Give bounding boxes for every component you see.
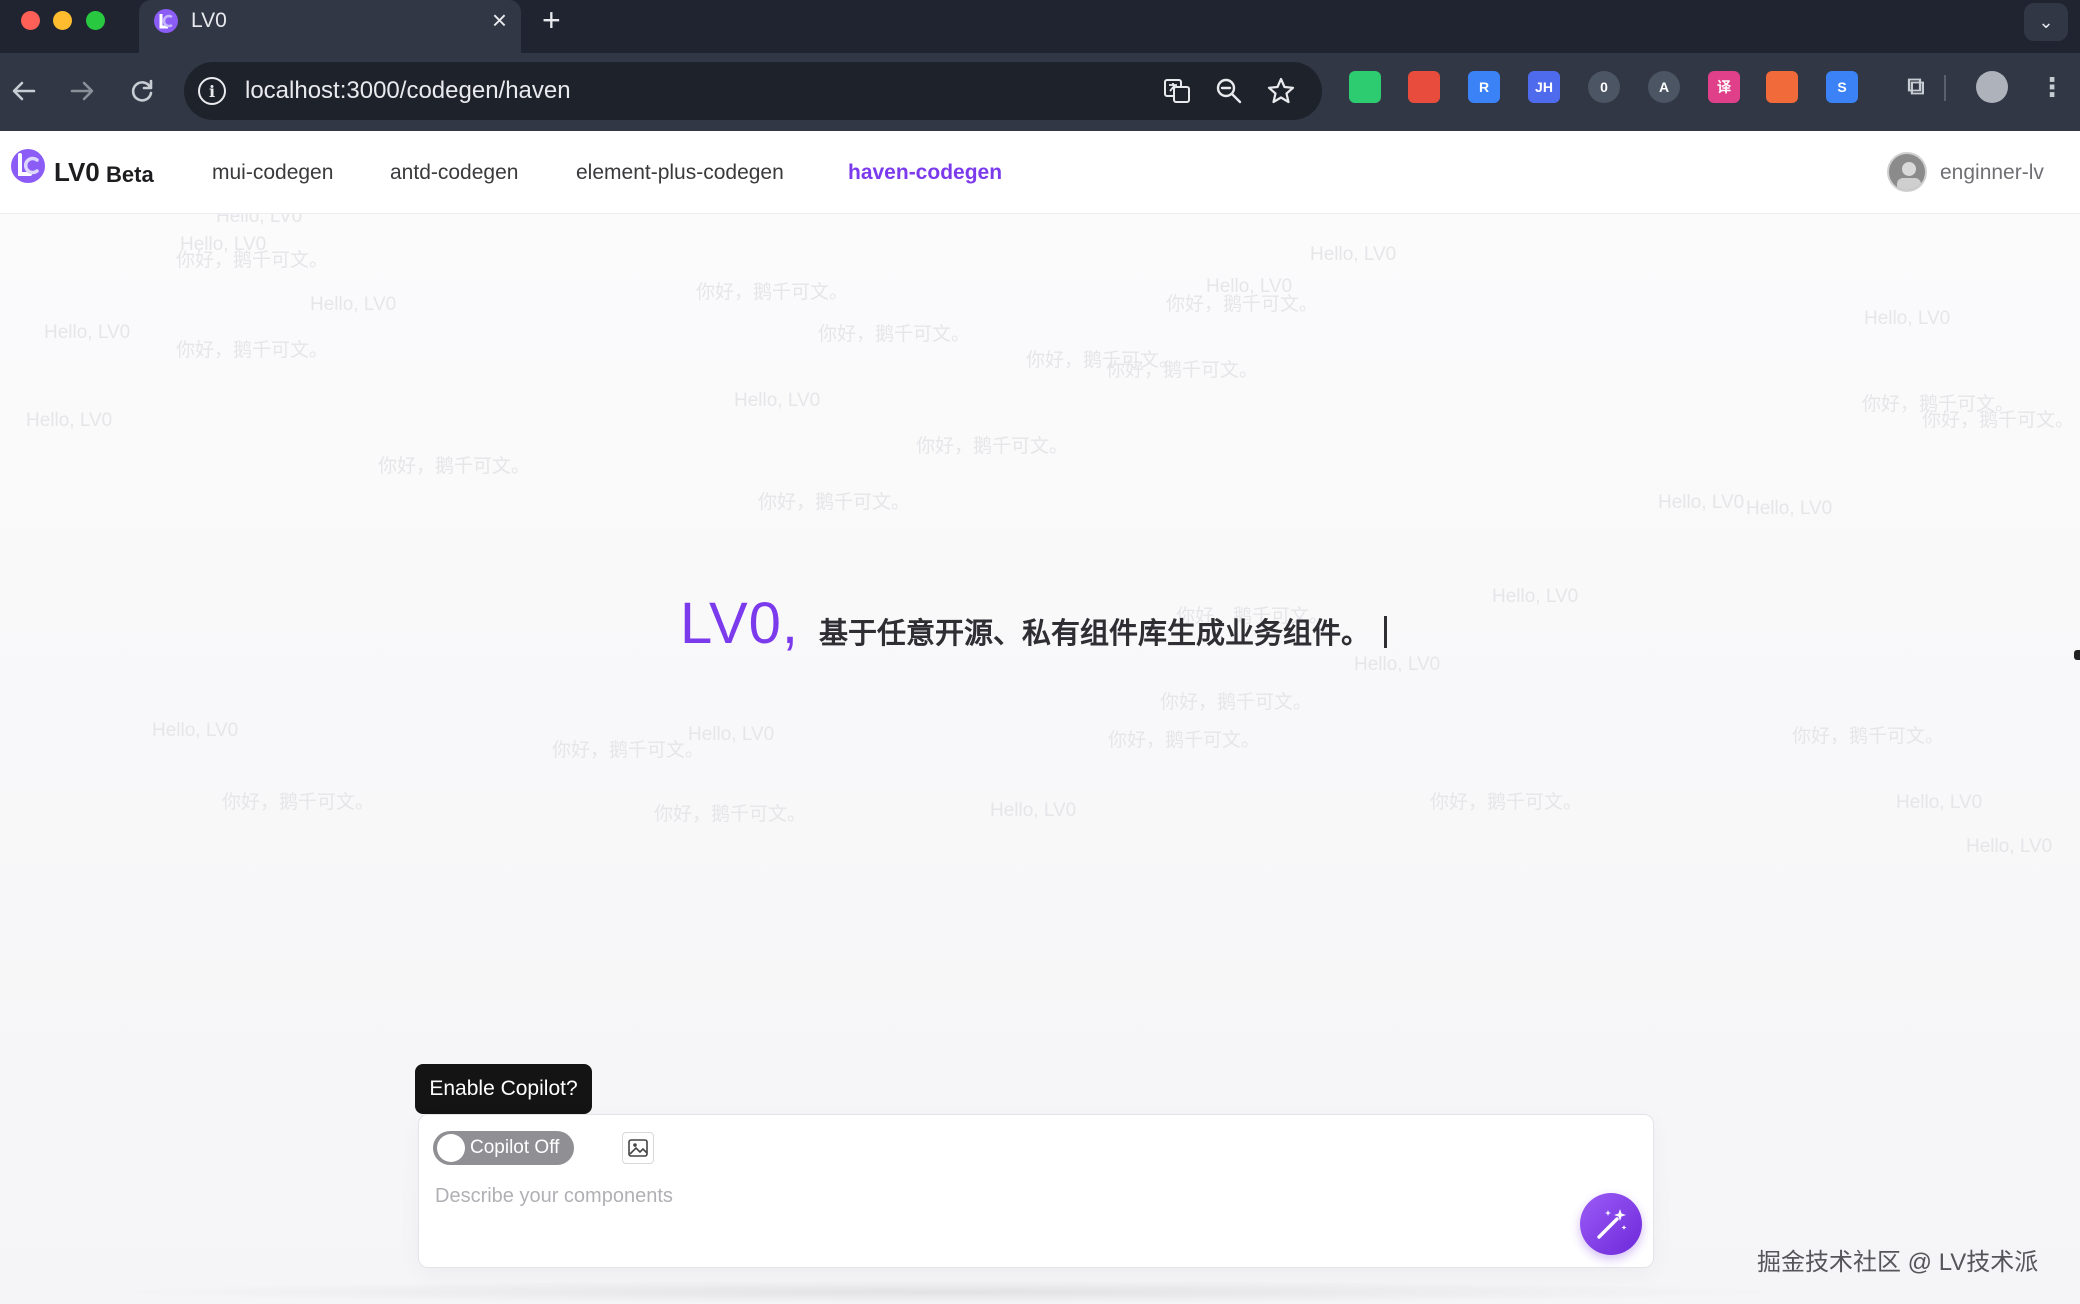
typing-cursor [1384,616,1388,648]
sync-extension-icon[interactable]: 0 [1588,71,1620,103]
prompt-input[interactable] [433,1179,1553,1213]
tab-title: LV0 [191,9,227,32]
floating-greeting: 你好，鹅千可文。 [222,792,375,813]
reload-icon[interactable] [126,75,158,107]
address-bar[interactable]: i localhost:3000/codegen/haven [184,62,1322,120]
extensions-puzzle-icon[interactable]: ⧉ [1900,71,1932,103]
edge-marker [2074,650,2080,660]
window-zoom-button[interactable] [86,11,105,30]
back-arrow-icon[interactable] [8,75,40,107]
floating-greeting: 你好，鹅千可文。 [916,436,1069,457]
forward-arrow-icon[interactable] [66,75,98,107]
floating-greeting: Hello, LV0 [1896,792,1983,813]
main-canvas: Hello, LV0Hello, LV0你好，鹅千可文。你好，鹅千可文。Hell… [0,214,2080,1304]
floating-greeting: 你好，鹅千可文。 [654,804,807,825]
copilot-toggle[interactable]: Copilot Off [433,1131,574,1165]
floating-greeting: 你好，鹅千可文。 [1106,360,1259,381]
tab-search-chevron-icon[interactable]: ⌄ [2024,3,2068,41]
floating-greeting: Hello, LV0 [310,294,397,315]
floating-greeting: 你好，鹅千可文。 [1922,410,2075,431]
floating-greeting: Hello, LV0 [26,410,113,431]
watermark: 掘金技术社区 @ LV技术派 [1757,1249,2039,1276]
magic-wand-icon [1597,1209,1627,1239]
zoom-icon[interactable] [1214,76,1244,106]
user-name[interactable]: enginner-lv [1940,160,2044,186]
floating-greeting: Hello, LV0 [152,720,239,741]
toggle-knob [437,1134,465,1162]
circle-a-extension-icon[interactable]: A [1648,71,1680,103]
copilot-toggle-label: Copilot Off [470,1137,560,1158]
floating-greeting: Hello, LV0 [1492,586,1579,607]
browser-toolbar: i localhost:3000/codegen/haven R JH 0 A 译 S ⧉… [0,53,2080,131]
radar-extension-icon[interactable] [1349,71,1381,103]
address-url[interactable]: localhost:3000/codegen/haven [245,76,571,106]
toolbar-separator [1944,75,1946,101]
lv0-favicon-icon [154,9,178,33]
s-shield-extension-icon[interactable]: S [1826,71,1858,103]
beta-badge: Beta [106,162,154,187]
hero-headline: LV0, 基于任意开源、私有组件库生成业务组件。 [680,591,1388,662]
browser-tab-active[interactable]: LV0 × [139,0,521,53]
site-info-icon[interactable]: i [198,77,226,105]
nav-antd-codegen[interactable]: antd-codegen [390,160,518,186]
floating-greeting: 你好，鹅千可文。 [758,492,911,513]
bookmark-star-icon[interactable] [1266,76,1296,106]
profile-avatar-icon[interactable] [1976,71,2008,103]
bottom-shadow [100,1280,1800,1304]
generate-button[interactable] [1580,1193,1642,1255]
translate-extension-icon[interactable]: 译 [1708,71,1740,103]
floating-greeting: Hello, LV0 [216,214,303,227]
user-avatar[interactable] [1887,152,1927,192]
logo-text[interactable]: LV0 [54,157,100,187]
tab-close-icon[interactable]: × [492,6,507,34]
floating-greeting: Hello, LV0 [44,322,131,343]
new-tab-button[interactable]: + [542,4,561,36]
floating-greeting: Hello, LV0 [1658,492,1745,513]
floating-greeting: 你好，鹅千可文。 [1160,692,1313,713]
floating-greeting: Hello, LV0 [990,800,1077,821]
window-minimize-button[interactable] [53,11,72,30]
image-icon [628,1139,648,1157]
floating-greeting: 你好，鹅千可文。 [696,282,849,303]
floating-greeting: Hello, LV0 [1864,308,1951,329]
floating-greeting: 你好，鹅千可文。 [1430,792,1583,813]
chevron-down-icon: ⌄ [2038,11,2054,32]
floating-greeting: 你好，鹅千可文。 [1166,294,1319,315]
floating-greeting: 你好，鹅千可文。 [378,456,531,477]
floating-greeting: Hello, LV0 [1310,244,1397,265]
red-fox-extension-icon[interactable] [1408,71,1440,103]
translate-icon[interactable] [1162,76,1192,106]
hero-tagline: 基于任意开源、私有组件库生成业务组件。 [819,618,1371,650]
floating-greeting: 你好，鹅千可文。 [818,324,971,345]
browser-tab-strip: LV0 × + ⌄ [0,0,2080,53]
floating-greeting: 你好，鹅千可文。 [1108,730,1261,751]
floating-greeting: Hello, LV0 [1746,498,1833,519]
nav-haven-codegen[interactable]: haven-codegen [848,160,1002,186]
window-close-button[interactable] [21,11,40,30]
image-upload-button[interactable] [622,1132,654,1164]
app-header: LV0 Beta mui-codegen antd-codegen elemen… [0,131,2080,214]
browser-menu-icon[interactable]: ⋮ [2036,71,2068,103]
floating-greeting: Hello, LV0 [734,390,821,411]
lv0-logo-icon [11,149,45,183]
jh-extension-icon[interactable]: JH [1528,71,1560,103]
nav-element-plus-codegen[interactable]: element-plus-codegen [576,160,784,186]
floating-greeting: 你好，鹅千可文。 [552,740,705,761]
blue-r-extension-icon[interactable]: R [1468,71,1500,103]
floating-greeting: Hello, LV0 [1966,836,2053,857]
floating-greeting: 你好，鹅千可文。 [176,250,329,271]
nav-mui-codegen[interactable]: mui-codegen [212,160,333,186]
orange-extension-icon[interactable] [1766,71,1798,103]
prompt-composer: Copilot Off [418,1114,1654,1268]
hero-brand: LV0, [680,591,800,656]
floating-greeting: 你好，鹅千可文。 [1792,726,1945,747]
copilot-tooltip: Enable Copilot? [415,1064,592,1123]
floating-greeting: 你好，鹅千可文。 [176,340,329,361]
